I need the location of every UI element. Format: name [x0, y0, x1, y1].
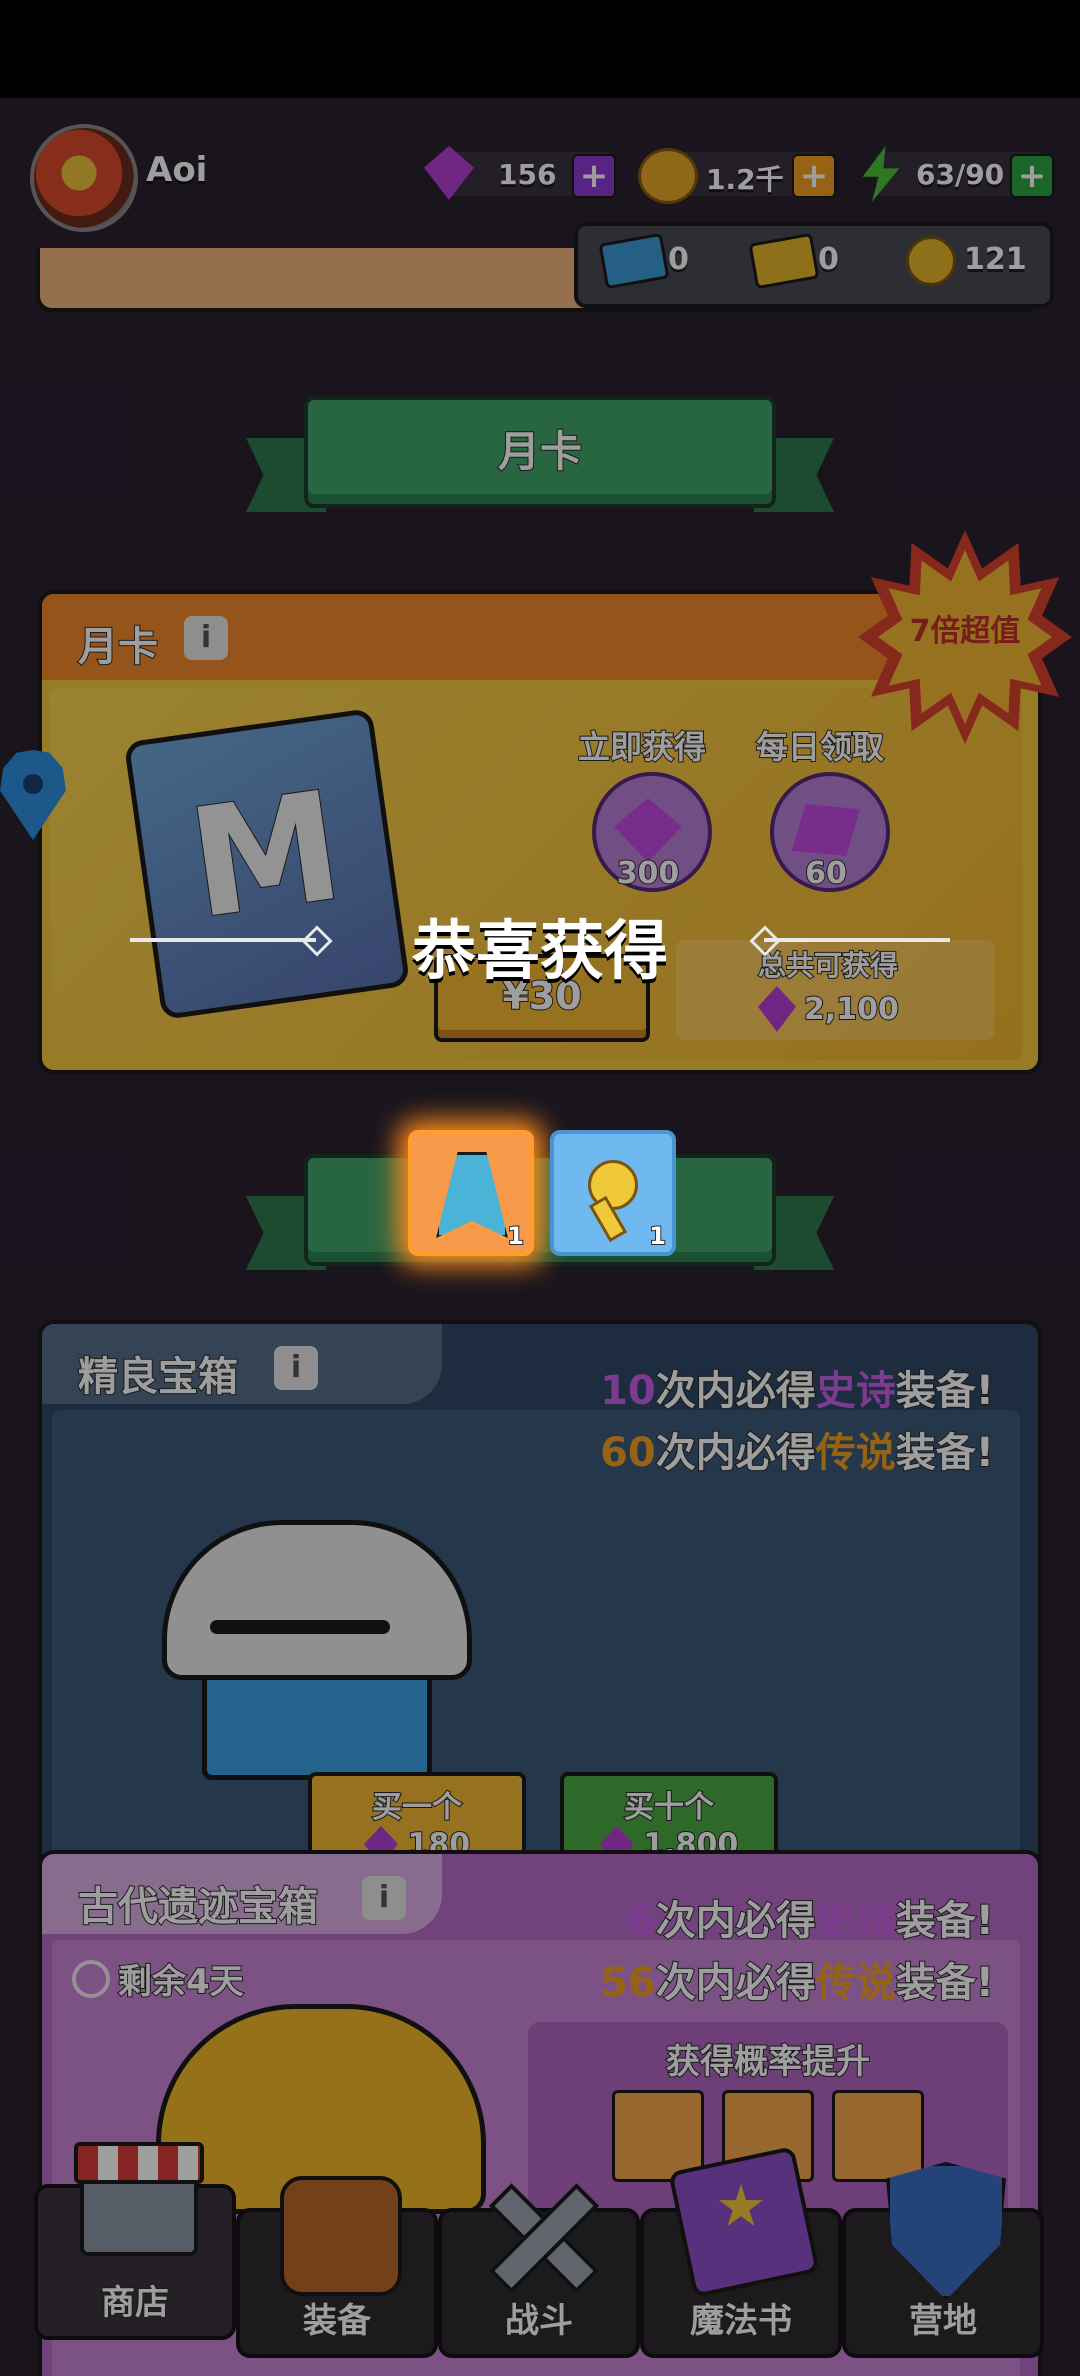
nav-camp-label: 营地	[908, 2300, 978, 2342]
monthly-section-banner: 月卡	[246, 396, 834, 526]
info-icon[interactable]: i	[184, 616, 228, 660]
nav-equipment-label: 装备	[302, 2300, 372, 2342]
diamond-left-icon	[301, 925, 333, 957]
nav-spellbook-label: 魔法书	[689, 2300, 793, 2342]
reward-cape-count: 1	[506, 1221, 525, 1251]
instant-label: 立即获得	[577, 727, 707, 767]
time-left: 剩余4天	[117, 1961, 245, 2003]
fine-chest-line2: 60次内必得传说装备!	[600, 1429, 995, 1477]
nav-battle[interactable]: 战斗	[438, 2183, 640, 2358]
clock-icon	[72, 1960, 110, 1998]
title-line-right	[764, 938, 950, 942]
coins-value: 1.2千	[706, 163, 784, 196]
add-gems-button[interactable]: +	[572, 154, 616, 198]
bottom-nav: 商店 装备 战斗 魔法书 营地	[0, 2142, 1080, 2376]
nav-equipment[interactable]: 装备	[236, 2176, 438, 2358]
ancient-chest-line1: 6次内必得史诗装备!	[627, 1897, 995, 1945]
energy-value: 63/90	[916, 158, 1005, 191]
monthly-section-title: 月卡	[497, 426, 583, 477]
avatar[interactable]	[30, 124, 138, 232]
info-icon[interactable]: i	[274, 1346, 318, 1390]
title-line-left	[130, 938, 316, 942]
value-badge-text: 7倍超值	[909, 614, 1021, 649]
reward-item-key[interactable]: 1	[550, 1130, 676, 1256]
daily-label: 每日领取	[755, 727, 885, 767]
ancient-chest-line2: 56次内必得传说装备!	[600, 1959, 995, 2007]
buy-one-label: 买一个	[371, 1789, 463, 1826]
probability-boost-label: 获得概率提升	[665, 2041, 871, 2083]
spellbook-icon	[668, 2146, 820, 2298]
nav-spellbook[interactable]: 魔法书	[640, 2146, 842, 2358]
reward-popup: 恭喜获得 1 1	[0, 880, 1080, 1260]
fine-chest-line1: 10次内必得史诗装备!	[600, 1367, 995, 1415]
crown-shield-icon	[886, 2162, 1006, 2300]
buy-ten-label: 买十个	[623, 1789, 715, 1826]
info-icon[interactable]: i	[362, 1876, 406, 1920]
nav-camp[interactable]: 营地	[842, 2162, 1044, 2358]
fine-chest-card[interactable]: 精良宝箱 i 10次内必得史诗装备! 60次内必得传说装备! 买一个 180 买…	[38, 1320, 1042, 1906]
cape-icon	[436, 1152, 508, 1238]
player-name: Aoi	[146, 150, 208, 190]
key-icon	[906, 236, 956, 286]
fine-chest-icon	[162, 1520, 472, 1780]
coin-icon	[638, 148, 698, 204]
keys-value: 121	[964, 242, 1027, 277]
reward-item-cape[interactable]: 1	[408, 1130, 534, 1256]
add-energy-button[interactable]: +	[1010, 154, 1054, 198]
ancient-chest-title: 古代遗迹宝箱	[77, 1883, 319, 1931]
nav-battle-label: 战斗	[504, 2300, 574, 2342]
gold-tickets-value: 0	[818, 242, 839, 277]
nav-shop-label: 商店	[100, 2282, 170, 2324]
reward-title: 恭喜获得	[412, 915, 668, 989]
reward-key-count: 1	[648, 1221, 667, 1251]
gems-value: 156	[498, 158, 557, 191]
monthly-card-title: 月卡	[77, 623, 159, 671]
fine-chest-title: 精良宝箱	[77, 1353, 239, 1401]
nav-shop[interactable]: 商店	[34, 2142, 236, 2340]
backpack-icon	[280, 2176, 402, 2296]
add-coins-button[interactable]: +	[792, 154, 836, 198]
blue-tickets-value: 0	[668, 242, 689, 277]
